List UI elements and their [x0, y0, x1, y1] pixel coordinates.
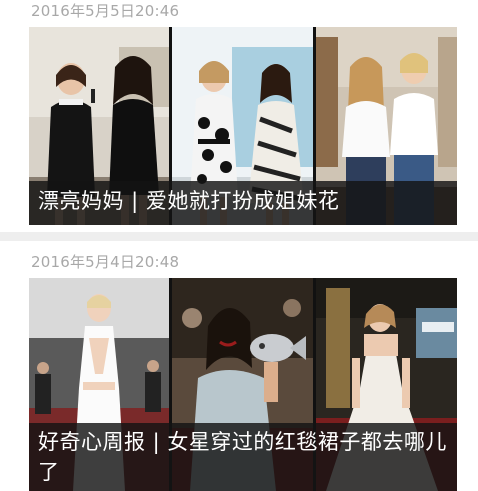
article-timestamp: 2016年5月5日20:46 — [31, 2, 180, 20]
article-headline[interactable]: 好奇心周报 | 女星穿过的红毯裙子都去哪儿了 — [29, 423, 457, 491]
article-headline[interactable]: 漂亮妈妈 | 爱她就打扮成姐妹花 — [29, 181, 457, 225]
feed-divider — [0, 232, 478, 241]
article-card[interactable]: 2016年5月5日20:46 漂亮妈妈 | 爱她就打扮成姐妹花 — [0, 0, 478, 232]
article-card[interactable]: 2016年5月4日20:48 好奇心周报 | 女星穿过的红毯裙子都去哪儿了 — [0, 241, 478, 491]
article-timestamp: 2016年5月4日20:48 — [31, 253, 180, 271]
article-photo-strip[interactable]: 好奇心周报 | 女星穿过的红毯裙子都去哪儿了 — [29, 278, 457, 491]
article-feed: 2016年5月5日20:46 漂亮妈妈 | 爱她就打扮成姐妹花 2016年5月4… — [0, 0, 478, 491]
article-photo-strip[interactable]: 漂亮妈妈 | 爱她就打扮成姐妹花 — [29, 27, 457, 225]
